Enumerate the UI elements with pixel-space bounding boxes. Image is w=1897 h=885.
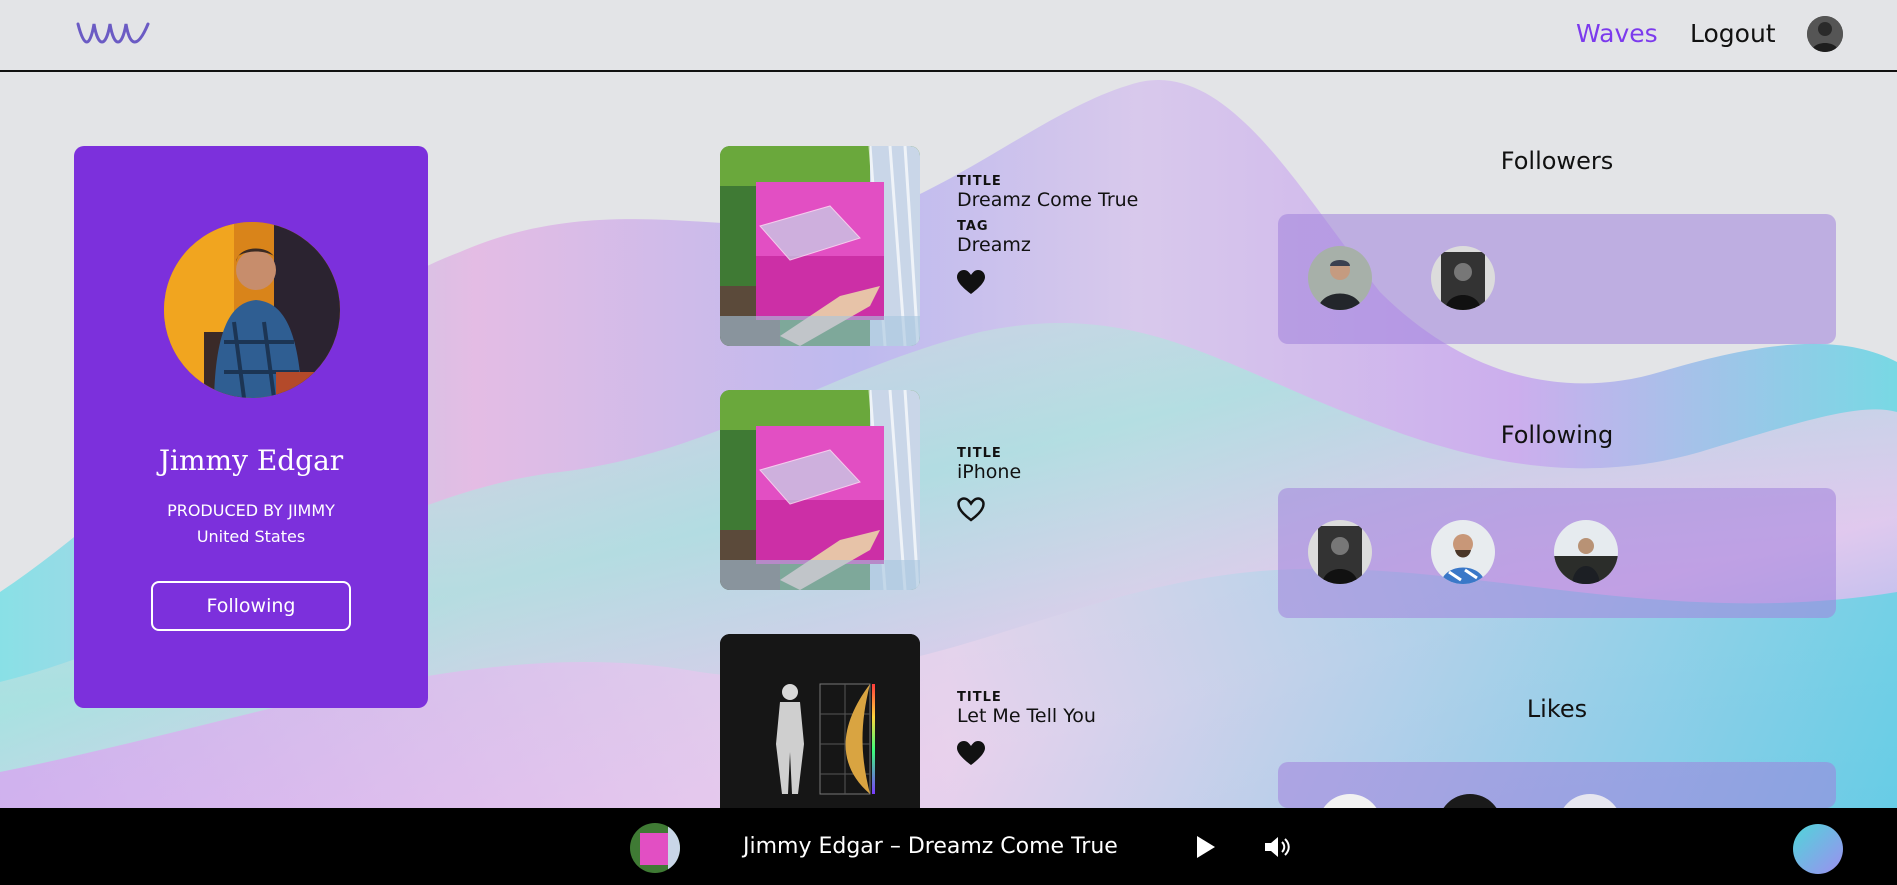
heart-filled-icon[interactable] bbox=[957, 741, 985, 767]
liked-track-thumb[interactable] bbox=[1558, 794, 1622, 808]
track-title: iPhone bbox=[957, 461, 1022, 483]
track-art-statue[interactable] bbox=[720, 634, 920, 834]
heart-outline-icon[interactable] bbox=[957, 497, 985, 523]
title-label: TITLE bbox=[957, 446, 1002, 461]
following-avatar[interactable] bbox=[1431, 520, 1495, 584]
liked-track-thumb[interactable] bbox=[1438, 794, 1502, 808]
waves-logo-icon[interactable] bbox=[76, 18, 150, 48]
following-avatar[interactable] bbox=[1308, 520, 1372, 584]
profile-avatar bbox=[164, 222, 340, 398]
likes-title: Likes bbox=[1526, 695, 1588, 723]
followers-panel bbox=[1278, 214, 1836, 344]
following-avatar[interactable] bbox=[1554, 520, 1618, 584]
track-card: TITLE iPhone bbox=[720, 390, 1220, 590]
liked-track-thumb[interactable] bbox=[1318, 794, 1382, 808]
track-meta: TITLE Let Me Tell You bbox=[957, 690, 1096, 771]
title-label: TITLE bbox=[957, 690, 1002, 705]
profile-details: PRODUCED BY JIMMY United States bbox=[74, 498, 428, 550]
following-button[interactable]: Following bbox=[151, 581, 351, 631]
nav-link-logout[interactable]: Logout bbox=[1690, 19, 1776, 48]
player-orb-button[interactable] bbox=[1793, 824, 1843, 874]
follower-avatar[interactable] bbox=[1308, 246, 1372, 310]
track-tag: Dreamz bbox=[957, 234, 1031, 256]
track-art-waterfall[interactable] bbox=[720, 390, 920, 590]
track-art-waterfall[interactable] bbox=[720, 146, 920, 346]
likes-panel bbox=[1278, 762, 1836, 808]
top-navbar: Waves Logout bbox=[0, 0, 1897, 72]
audio-player-bar: Jimmy Edgar – Dreamz Come True bbox=[0, 808, 1897, 885]
tag-label: TAG bbox=[957, 219, 989, 234]
followers-title: Followers bbox=[1500, 147, 1614, 175]
heart-filled-icon[interactable] bbox=[957, 270, 985, 296]
track-meta: TITLE iPhone bbox=[957, 446, 1021, 527]
now-playing-title: Jimmy Edgar – Dreamz Come True bbox=[743, 834, 1118, 859]
user-avatar[interactable] bbox=[1807, 16, 1843, 52]
volume-icon[interactable] bbox=[1263, 834, 1291, 860]
track-card: TITLE Dreamz Come True TAG Dreamz bbox=[720, 146, 1220, 346]
profile-card: Jimmy Edgar PRODUCED BY JIMMY United Sta… bbox=[74, 146, 428, 708]
nav-link-waves[interactable]: Waves bbox=[1576, 19, 1658, 48]
profile-country: United States bbox=[196, 527, 306, 546]
profile-producer: PRODUCED BY JIMMY bbox=[167, 501, 335, 520]
track-card: TITLE Let Me Tell You bbox=[720, 634, 1220, 834]
now-playing-art[interactable] bbox=[630, 823, 680, 873]
following-title: Following bbox=[1500, 421, 1614, 449]
follower-avatar[interactable] bbox=[1431, 246, 1495, 310]
profile-name: Jimmy Edgar bbox=[158, 444, 344, 477]
title-label: TITLE bbox=[957, 174, 1002, 189]
track-title: Let Me Tell You bbox=[957, 705, 1096, 727]
following-panel bbox=[1278, 488, 1836, 618]
play-icon[interactable] bbox=[1193, 834, 1217, 860]
track-meta: TITLE Dreamz Come True TAG Dreamz bbox=[957, 174, 1138, 300]
track-title: Dreamz Come True bbox=[957, 189, 1139, 211]
